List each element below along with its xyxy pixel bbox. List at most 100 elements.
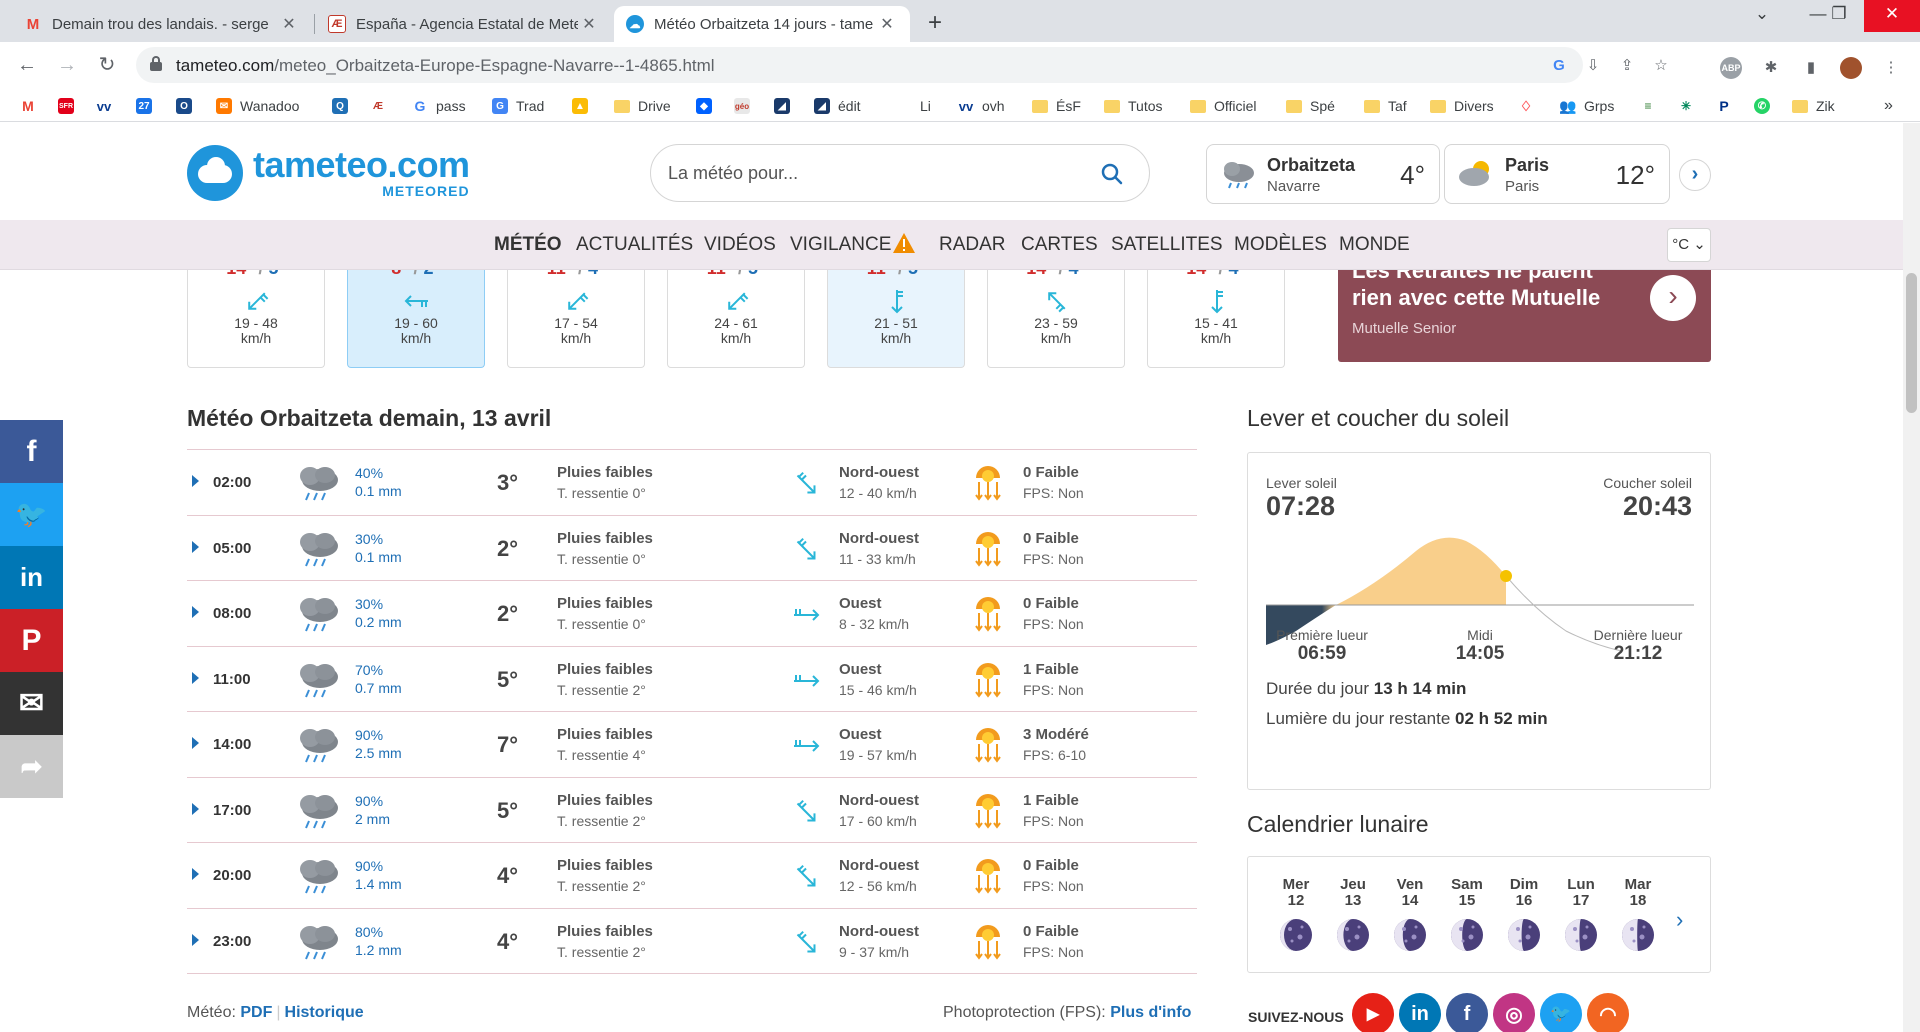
close-icon[interactable]: ✕ [876, 14, 898, 34]
hourly-row[interactable]: 08:00 30% 0.2 mm 2° Pluies faibles T. ressent… [187, 581, 1197, 647]
day-card[interactable]: 14° / 5°19 - 48km/h [187, 258, 325, 368]
bookmark-vv[interactable]: vv [96, 95, 120, 117]
linkedin-button[interactable]: in [1399, 993, 1441, 1032]
bookmark-officiel[interactable]: Officiel [1190, 95, 1257, 117]
ad-banner[interactable]: Les Retraités ne paient rien avec cette … [1338, 266, 1711, 362]
nav-videos[interactable]: VIDÉOS [704, 234, 776, 256]
nav-vigilance[interactable]: VIGILANCE [790, 234, 891, 256]
nav-meteo[interactable]: MÉTÉO [494, 234, 562, 256]
facebook-button[interactable]: f [1446, 993, 1488, 1032]
nav-cartes[interactable]: CARTES [1021, 234, 1098, 256]
chevron-right-icon[interactable]: › [1650, 275, 1696, 321]
bookmark-gmail[interactable]: M [20, 95, 44, 117]
bookmarks-overflow-button[interactable]: » [1884, 95, 1893, 117]
nav-modeles[interactable]: MODÈLES [1234, 234, 1327, 256]
tab-aemet[interactable]: Æ España - Agencia Estatal de Mete ✕ [316, 6, 612, 42]
day-card[interactable]: 14° / 4°15 - 41km/h [1147, 258, 1285, 368]
lock-icon[interactable] [150, 56, 162, 71]
site-logo[interactable]: tameteo.com METEORED [187, 145, 470, 201]
expand-arrow-icon[interactable] [192, 540, 199, 553]
bookmark-li[interactable]: Li [920, 95, 931, 117]
bookmark-arrow[interactable]: ◢ [774, 95, 798, 117]
avatar[interactable] [1840, 57, 1862, 79]
bookmark-drive-folder[interactable]: Drive [614, 95, 671, 117]
twitter-share-button[interactable]: 🐦 [0, 483, 63, 546]
extensions-icon[interactable]: ✱ [1760, 57, 1782, 79]
expand-arrow-icon[interactable] [192, 606, 199, 618]
sidepanel-icon[interactable]: ▮ [1800, 57, 1822, 79]
facebook-share-button[interactable]: f [0, 420, 63, 483]
url-text[interactable]: tameteo.com/meteo_Orbaitzeta-Europe-Espa… [176, 56, 715, 76]
bookmark-esf[interactable]: ÉsF [1032, 95, 1081, 117]
bookmark-edit[interactable]: ◢ édit [814, 95, 861, 117]
bookmark-grps[interactable]: 👥 Grps [1559, 95, 1614, 117]
nav-radar[interactable]: RADAR [939, 234, 1006, 256]
nav-monde[interactable]: MONDE [1339, 234, 1410, 256]
tab-tameteo[interactable]: ☁ Météo Orbaitzeta 14 jours - tame ✕ [614, 6, 910, 42]
day-card[interactable]: 11° / 5°21 - 51km/h [827, 258, 965, 368]
scrollbar-thumb[interactable] [1906, 273, 1917, 413]
expand-arrow-icon[interactable] [192, 475, 199, 487]
bookmark-calendar[interactable]: 27 [136, 95, 160, 117]
google-icon[interactable]: G [1548, 55, 1570, 77]
close-icon[interactable]: ✕ [278, 14, 300, 34]
favorite-card-paris[interactable]: Paris Paris 12° [1444, 144, 1670, 204]
day-card[interactable]: 14° / 4°23 - 59km/h [987, 258, 1125, 368]
nav-satellites[interactable]: SATELLITES [1111, 234, 1223, 256]
back-button[interactable]: ← [12, 50, 42, 80]
search-icon[interactable] [1101, 163, 1123, 185]
search-box[interactable] [650, 144, 1150, 202]
reload-button[interactable]: ↻ [92, 50, 122, 80]
new-tab-button[interactable]: + [920, 8, 950, 38]
bookmark-tutos[interactable]: Tutos [1104, 95, 1163, 117]
bookmark-divers[interactable]: Divers [1430, 95, 1494, 117]
nav-actualites[interactable]: ACTUALITÉS [576, 234, 693, 256]
address-bar[interactable]: tameteo.com/meteo_Orbaitzeta-Europe-Espa… [136, 47, 1668, 83]
historique-link[interactable]: Historique [285, 1004, 364, 1021]
linkedin-share-button[interactable]: in [0, 546, 63, 609]
expand-arrow-icon[interactable] [192, 868, 199, 880]
hourly-row[interactable]: 11:00 70% 0.7 mm 5° Pluies faibles T. ressent… [187, 647, 1197, 712]
bookmark-q[interactable]: Q [332, 95, 356, 117]
hourly-row[interactable]: 14:00 90% 2.5 mm 7° Pluies faibles T. ressent… [187, 712, 1197, 778]
page-scrollbar[interactable] [1903, 123, 1920, 1032]
bookmark-taf[interactable]: Taf [1364, 95, 1407, 117]
bookmark-paypal[interactable]: P [1716, 95, 1740, 117]
tab-gmail[interactable]: M Demain trou des landais. - serge ✕ [12, 6, 312, 42]
window-close-button[interactable]: ✕ [1864, 0, 1920, 32]
bookmark-dropbox[interactable]: ◆ [696, 95, 720, 117]
more-info-link[interactable]: Plus d'info [1110, 1004, 1191, 1021]
rss-button[interactable]: ◠ [1587, 993, 1629, 1032]
more-share-button[interactable]: ➦ [0, 735, 63, 798]
favorite-card-orbaitzeta[interactable]: Orbaitzeta Navarre 4° [1206, 144, 1440, 204]
favorites-next-button[interactable]: › [1679, 159, 1711, 191]
star-icon[interactable]: ☆ [1650, 55, 1672, 77]
share-icon[interactable]: ⇪ [1616, 55, 1638, 77]
expand-arrow-icon[interactable] [192, 933, 199, 946]
unit-select[interactable]: °C ⌄ [1667, 228, 1711, 262]
twitter-button[interactable]: 🐦 [1540, 993, 1582, 1032]
forward-button[interactable]: → [52, 50, 82, 80]
close-icon[interactable]: ✕ [578, 14, 600, 34]
expand-arrow-icon[interactable] [192, 671, 199, 684]
bookmark-o[interactable]: O [176, 95, 200, 117]
instagram-button[interactable]: ◎ [1493, 993, 1535, 1032]
bookmark-ca[interactable]: ✳ [1678, 95, 1702, 117]
bookmark-whatsapp[interactable]: ✆ [1754, 95, 1778, 117]
day-card[interactable]: 11° / 5°24 - 61km/h [667, 258, 805, 368]
email-share-button[interactable]: ✉ [0, 672, 63, 735]
bookmark-pass[interactable]: Gpass [412, 95, 466, 117]
youtube-button[interactable]: ▶ [1352, 993, 1394, 1032]
bookmark-airbnb[interactable]: ♢ [1518, 95, 1542, 117]
pinterest-share-button[interactable]: P [0, 609, 63, 672]
expand-arrow-icon[interactable] [192, 737, 199, 749]
bookmark-wanadoo[interactable]: ✉ Wanadoo [216, 95, 299, 117]
hourly-row[interactable]: 23:00 80% 1.2 mm 4° Pluies faibles T. ressent… [187, 909, 1197, 974]
tab-search-icon[interactable]: ⌄ [1734, 0, 1790, 32]
hourly-row[interactable]: 20:00 90% 1.4 mm 4° Pluies faibles T. ressent… [187, 843, 1197, 909]
hourly-row[interactable]: 17:00 90% 2 mm 5° Pluies faibles T. ressentie… [187, 778, 1197, 843]
bookmark-spe[interactable]: Spé [1286, 95, 1335, 117]
expand-arrow-icon[interactable] [192, 802, 199, 815]
install-icon[interactable]: ⇩ [1582, 55, 1604, 77]
bookmark-geo[interactable]: géo [734, 95, 758, 117]
